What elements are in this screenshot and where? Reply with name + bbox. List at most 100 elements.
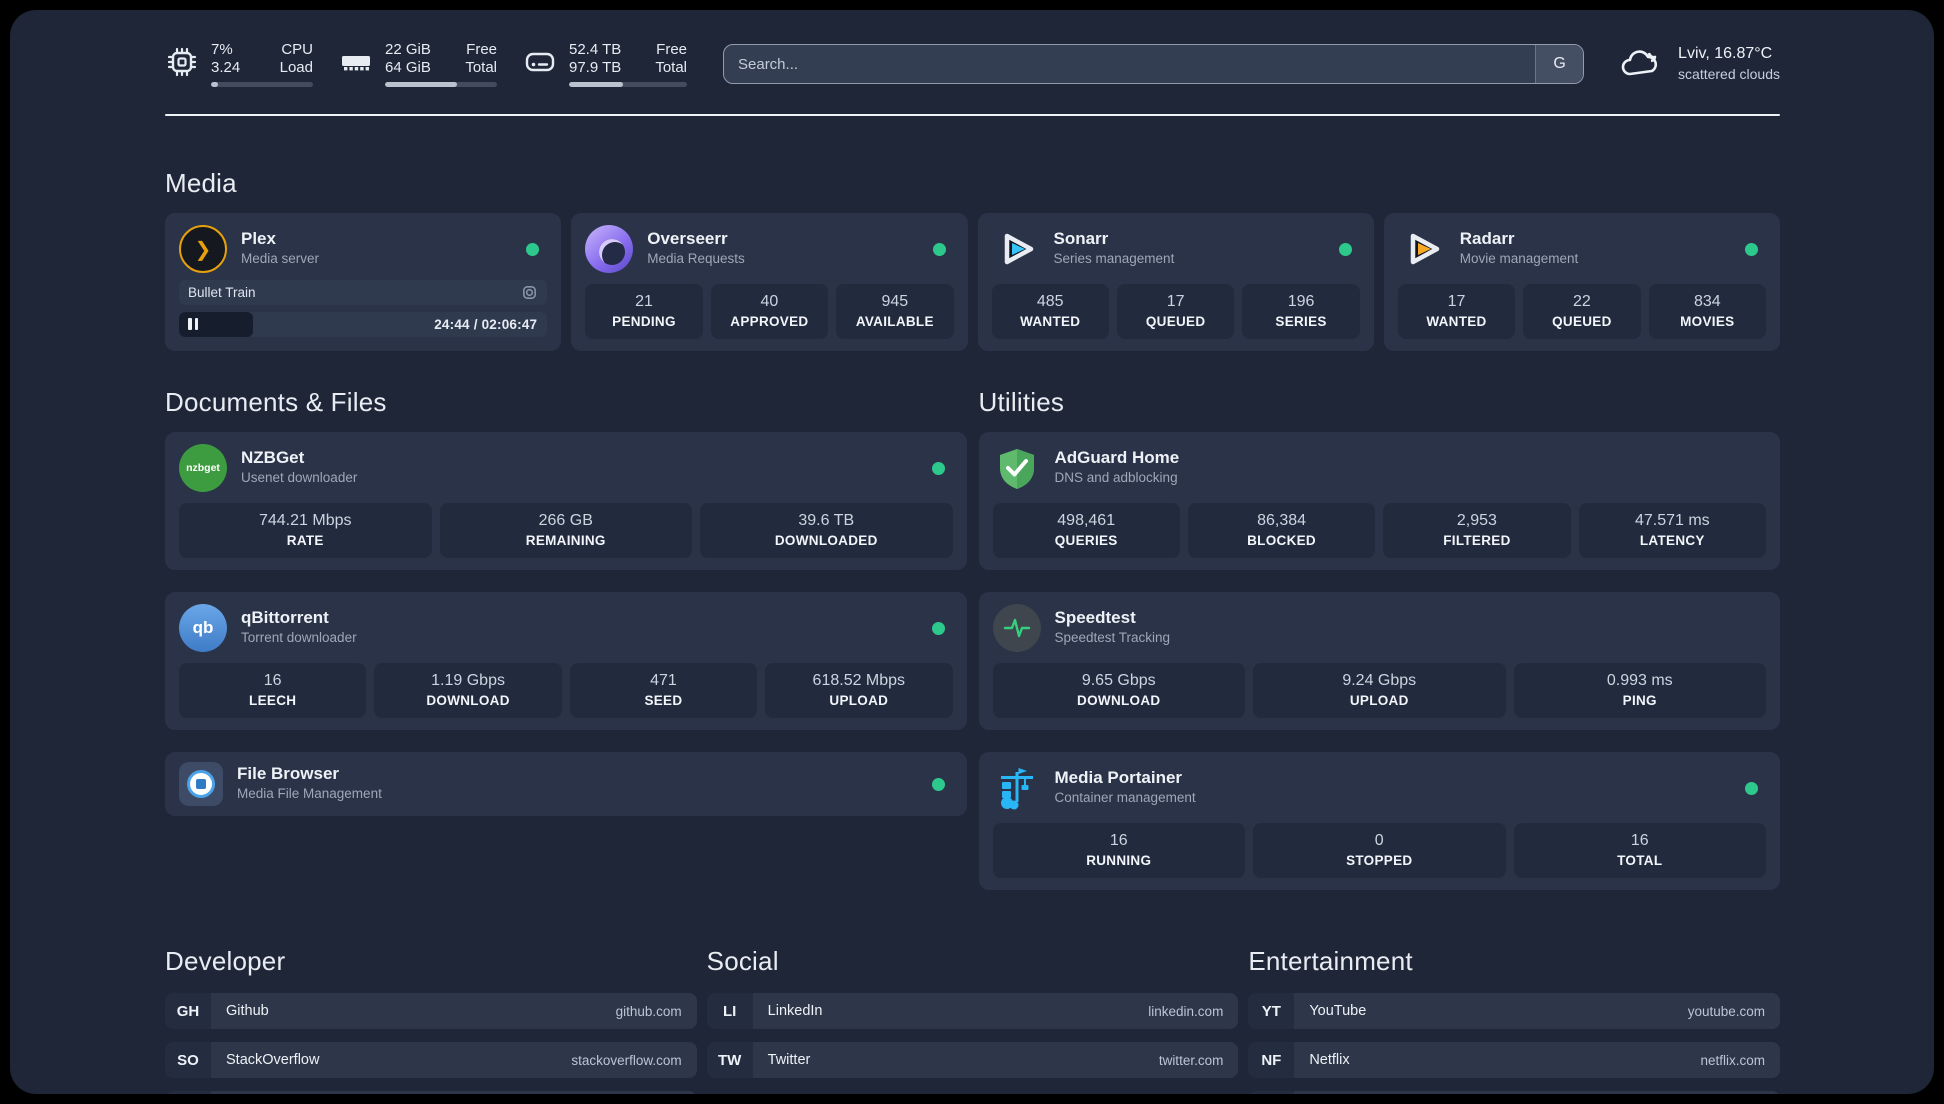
bookmark-abbr: RE [1248,1091,1295,1094]
status-dot [1745,242,1758,256]
links-section-social: Social LI LinkedIn linkedin.com TW Twitt… [706,946,1239,1094]
bookmark-url: netflix.com [1700,1052,1765,1068]
bookmark-abbr: NF [1248,1042,1295,1078]
search-engine-button[interactable]: G [1535,45,1584,83]
status-dot [1338,242,1352,256]
service-card-speedtest[interactable]: Speedtest Speedtest Tracking 9.65 Gbps DO… [978,592,1780,730]
service-desc: Media server [241,251,320,266]
sonarr-icon [992,225,1040,273]
weather-widget: Lviv, 16.87°C scattered clouds [1618,44,1780,84]
bookmark-name: LinkedIn [767,1003,823,1019]
ram-progress-bar [385,82,497,87]
disk-total-label: Total [655,59,687,76]
qbittorrent-icon: qb [179,604,227,652]
bookmark-github[interactable]: GH Github github.com [165,993,697,1029]
disk-progress-bar [569,82,687,87]
stat-box: 945 AVAILABLE [836,284,954,339]
bookmark-url: github.com [615,1003,682,1019]
weather-condition: scattered clouds [1678,66,1780,82]
bookmark-abbr: TW [706,1042,753,1078]
bookmark-stackoverflow[interactable]: SO StackOverflow stackoverflow.com [165,1042,697,1078]
cpu-icon [167,47,197,77]
service-name: Radarr [1459,229,1515,248]
status-dot [931,461,945,475]
status-dot [931,777,945,791]
links-section-entertainment: Entertainment YT YouTube youtube.com NF … [1248,946,1780,1094]
pause-icon[interactable] [188,318,198,330]
disk-icon [525,52,555,72]
ram-free-value: 22 GiB [385,41,431,58]
section-title-social: Social [706,946,779,976]
service-name: Plex [241,229,276,248]
bookmark-netflix[interactable]: NF Netflix netflix.com [1248,1042,1780,1078]
playback-progress[interactable]: 24:44 / 02:06:47 [179,312,548,337]
bookmark-abbr: GH [165,993,211,1029]
session-icon [523,286,537,299]
stat-box: 39.6 TB DOWNLOADED [700,503,953,558]
bookmark-name: Twitter [767,1052,811,1068]
service-card-adguard[interactable]: AdGuard Home DNS and adblocking 498,461 Q… [978,432,1780,570]
status-dot [526,242,540,256]
search-input[interactable] [724,45,1536,83]
stat-box: 86,384 BLOCKED [1187,503,1376,558]
bookmark-twitter[interactable]: TW Twitter twitter.com [706,1042,1239,1078]
cloud-icon [1621,50,1658,76]
overseerr-icon [585,225,634,273]
top-bar: 7% 3.24 CPU Load 22 GiB 64 GiB Free Tota… [165,40,1780,88]
plex-icon: ❯ [179,225,227,273]
stat-box: 16 RUNNING [992,823,1245,878]
status-dot [1745,781,1758,795]
speedtest-icon [992,604,1041,652]
cpu-widget: 7% 3.24 CPU Load [165,41,313,87]
bookmark-name: YouTube [1309,1003,1367,1019]
service-name: AdGuard Home [1054,448,1180,467]
stat-box: 266 GB REMAINING [439,503,692,558]
stat-box: 471 SEED [569,663,758,718]
section-title-developer: Developer [165,946,286,976]
bookmark-linkedin[interactable]: LI LinkedIn linkedin.com [706,993,1239,1029]
service-card-portainer[interactable]: Media Portainer Container management 16 R… [978,752,1780,890]
service-desc: Usenet downloader [241,470,358,485]
service-card-overseerr[interactable]: Overseerr Media Requests 21 PENDING 40 APP… [571,213,968,351]
service-card-radarr[interactable]: Radarr Movie management 17 WANTED 22 QUEUE… [1383,213,1780,351]
stat-box: 744.21 Mbps RATE [179,503,432,558]
cpu-percent: 7% [211,41,233,58]
bookmark-name: StackOverflow [226,1052,320,1068]
bookmark-url: youtube.com [1687,1003,1765,1019]
bookmark-dev[interactable]: DT DEV dev.to [165,1091,697,1094]
service-card-qbittorrent[interactable]: qb qBittorrent Torrent downloader 16 LEEC… [165,592,967,730]
stat-box: 47.571 ms LATENCY [1578,503,1766,558]
service-desc: Media Requests [647,251,745,266]
service-desc: Series management [1053,251,1175,266]
bookmark-name: Github [226,1003,269,1019]
stat-box: 2,953 FILTERED [1383,503,1571,558]
service-name: Speedtest [1054,608,1136,627]
dashboard: 7% 3.24 CPU Load 22 GiB 64 GiB Free Tota… [10,10,1934,1094]
service-name: Overseerr [647,229,728,248]
service-name: Sonarr [1053,229,1109,248]
bookmark-name: Netflix [1309,1052,1350,1068]
stat-box: 196 SERIES [1242,284,1360,339]
service-card-sonarr[interactable]: Sonarr Series management 485 WANTED 17 QUE… [977,213,1374,351]
stat-box: 9.24 Gbps UPLOAD [1253,663,1506,718]
bookmark-url: linkedin.com [1148,1003,1224,1019]
playback-time: 24:44 / 02:06:47 [434,317,538,332]
status-dot [932,242,946,256]
stat-box: 17 WANTED [1397,284,1516,339]
ram-total-value: 64 GiB [385,59,431,76]
cpu-load-value: 3.24 [211,59,241,76]
stat-box: 0.993 ms PING [1513,663,1766,718]
service-name: NZBGet [241,448,305,467]
service-desc: Torrent downloader [241,630,357,645]
adguard-icon [993,444,1041,492]
section-title-media: Media [165,168,237,198]
bookmark-reddit[interactable]: RE Reddit reddit.com [1248,1091,1780,1094]
service-card-plex[interactable]: ❯ Plex Media server Bullet Train 24:44 /… [165,213,562,351]
service-card-nzbget[interactable]: nzbget NZBGet Usenet downloader 744.21 M… [165,432,967,570]
service-name: Media Portainer [1054,768,1183,787]
bookmark-youtube[interactable]: YT YouTube youtube.com [1248,993,1780,1029]
service-card-filebrowser[interactable]: File Browser Media File Management [165,752,967,816]
now-playing-title: Bullet Train [188,285,256,300]
service-desc: DNS and adblocking [1054,470,1178,485]
bookmark-abbr: DT [165,1091,211,1094]
